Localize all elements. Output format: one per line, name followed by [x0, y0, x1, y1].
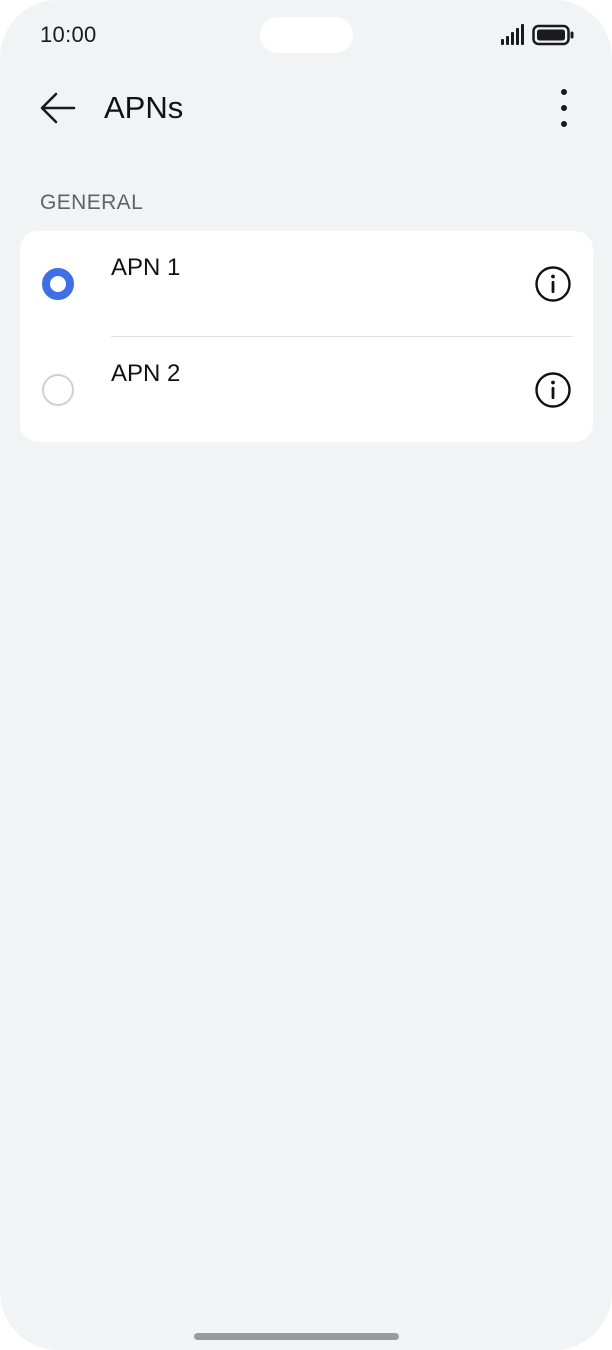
apn-list-item[interactable]: APN 2: [20, 337, 593, 442]
info-circle-icon: [535, 266, 571, 302]
phone-screen: 10:00 APNs GENERAL APN 1 APN 2: [0, 0, 612, 1350]
arrow-left-icon: [40, 92, 76, 124]
apn-label: APN 2: [111, 360, 181, 387]
status-time: 10:00: [40, 22, 97, 47]
home-indicator[interactable]: [194, 1333, 399, 1340]
apn-2-info-button[interactable]: [534, 371, 572, 409]
apn-1-info-button[interactable]: [534, 265, 572, 303]
apn-1-radio[interactable]: [42, 268, 74, 300]
apn-2-radio[interactable]: [42, 374, 74, 406]
battery-full-icon: [532, 24, 574, 46]
more-vertical-icon: [561, 89, 567, 127]
apn-label: APN 1: [111, 254, 181, 281]
apn-list-item[interactable]: APN 1: [20, 231, 593, 336]
camera-cutout: [260, 17, 353, 53]
cellular-signal-icon: [501, 24, 524, 45]
section-header: GENERAL: [40, 191, 144, 214]
page-title: APNs: [104, 90, 184, 125]
more-options-button[interactable]: [546, 86, 582, 130]
back-button[interactable]: [36, 88, 80, 128]
status-bar: 10:00: [0, 0, 612, 70]
app-bar: APNs: [0, 78, 612, 138]
apn-list-card: APN 1 APN 2: [20, 231, 593, 442]
info-circle-icon: [535, 372, 571, 408]
